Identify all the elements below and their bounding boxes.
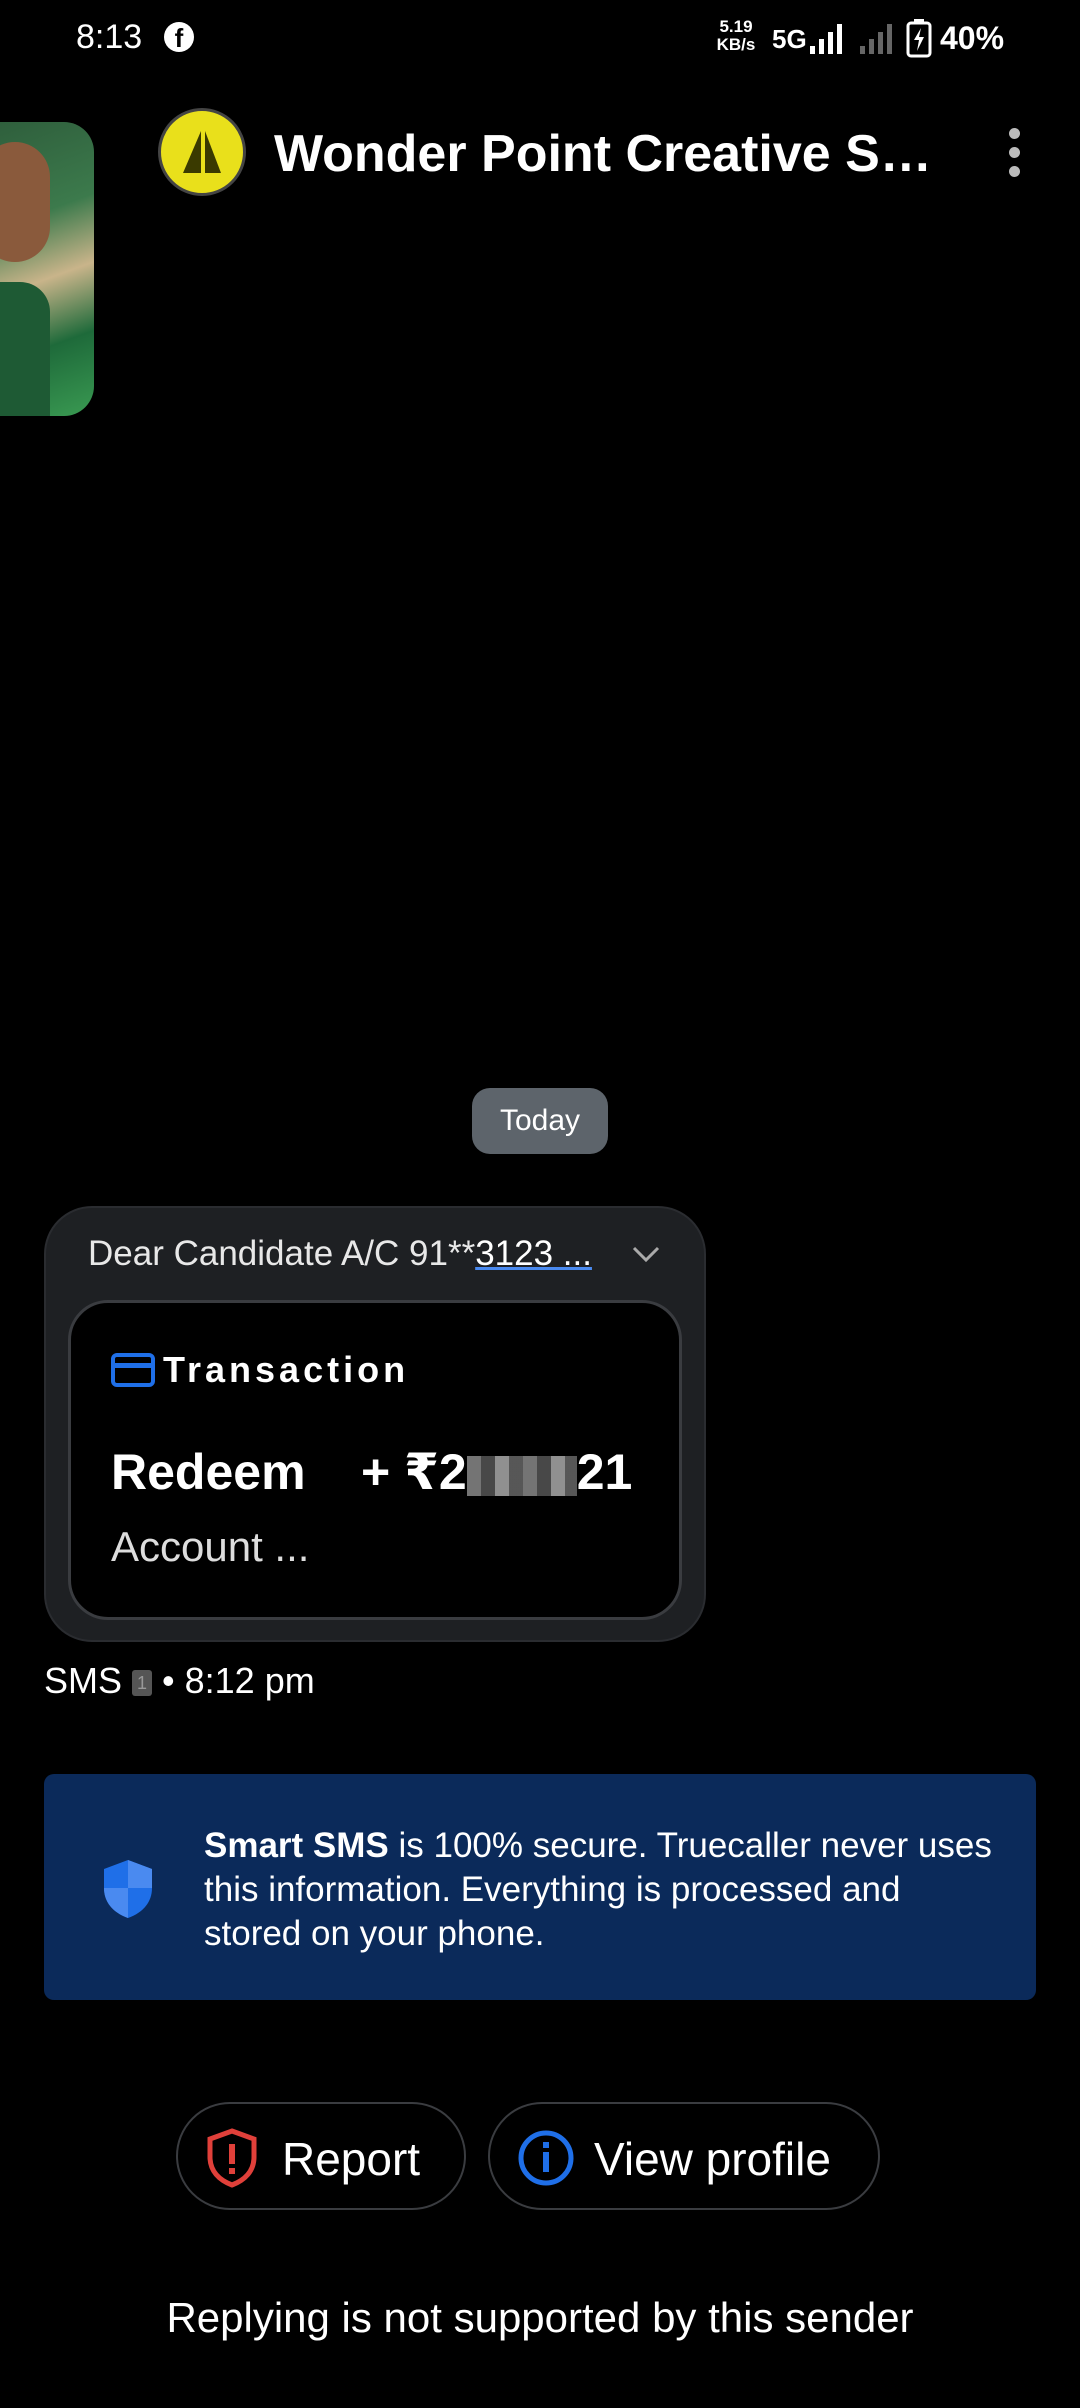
secure-info-banner: Smart SMS is 100% secure. Truecaller nev…	[44, 1774, 1036, 2000]
transaction-card[interactable]: Transaction Redeem + ₹2 21 Account ...	[68, 1300, 682, 1620]
info-icon	[518, 2130, 574, 2186]
battery-charging-icon	[906, 19, 932, 58]
signal-icon-sim2	[860, 24, 892, 54]
facebook-icon: f	[164, 22, 194, 53]
reply-unsupported-note: Replying is not supported by this sender	[166, 2294, 914, 2341]
screen: 8:13 f 5.19 KB/s 5G 40% Wonder Point Cre…	[0, 0, 1080, 2408]
message-type: SMS	[44, 1660, 123, 1701]
message-meta: SMS 1 • 8:12 pm	[44, 1660, 315, 1701]
report-label: Report	[282, 2133, 421, 2185]
battery-percent: 40%	[940, 20, 1005, 56]
message-bubble[interactable]: Dear Candidate A/C 91**3123 ... Transact…	[44, 1206, 706, 1642]
banner-text: Smart SMS is 100% secure. Truecaller nev…	[204, 1826, 992, 1953]
message-expand-link[interactable]: 3123 ...	[475, 1234, 592, 1273]
status-time: 8:13	[76, 18, 143, 56]
sender-name[interactable]: Wonder Point Creative Solu...	[274, 124, 954, 184]
card-amount: + ₹2 21	[361, 1444, 633, 1500]
message-preview: Dear Candidate A/C 91**3123 ...	[88, 1234, 592, 1273]
sticker-thumbnail[interactable]	[0, 122, 94, 416]
report-shield-icon	[207, 2128, 257, 2188]
message-time: 8:12 pm	[184, 1660, 315, 1701]
shield-icon	[104, 1860, 152, 1918]
card-title: Transaction	[163, 1349, 410, 1390]
more-vert-icon[interactable]	[1002, 128, 1026, 184]
redacted-pixels	[466, 1455, 577, 1496]
view-profile-label: View profile	[594, 2133, 831, 2185]
card-icon	[111, 1353, 155, 1387]
chevron-down-icon[interactable]	[630, 1242, 662, 1266]
card-label: Redeem	[111, 1444, 306, 1500]
sim-icon: 1	[132, 1670, 153, 1697]
status-bar: 8:13 f 5.19 KB/s 5G 40%	[0, 0, 1080, 80]
report-button[interactable]: Report	[176, 2102, 466, 2210]
network-type: 5G	[772, 24, 807, 54]
thumbnail-face	[0, 142, 50, 262]
net-speed: 5.19 KB/s	[716, 17, 756, 54]
sail-logo-icon	[183, 131, 221, 173]
date-chip: Today	[472, 1088, 608, 1154]
thumbnail-dress	[0, 282, 50, 416]
signal-icon	[810, 24, 842, 54]
card-account: Account ...	[111, 1523, 310, 1570]
sender-avatar[interactable]	[158, 108, 246, 196]
view-profile-button[interactable]: View profile	[488, 2102, 880, 2210]
